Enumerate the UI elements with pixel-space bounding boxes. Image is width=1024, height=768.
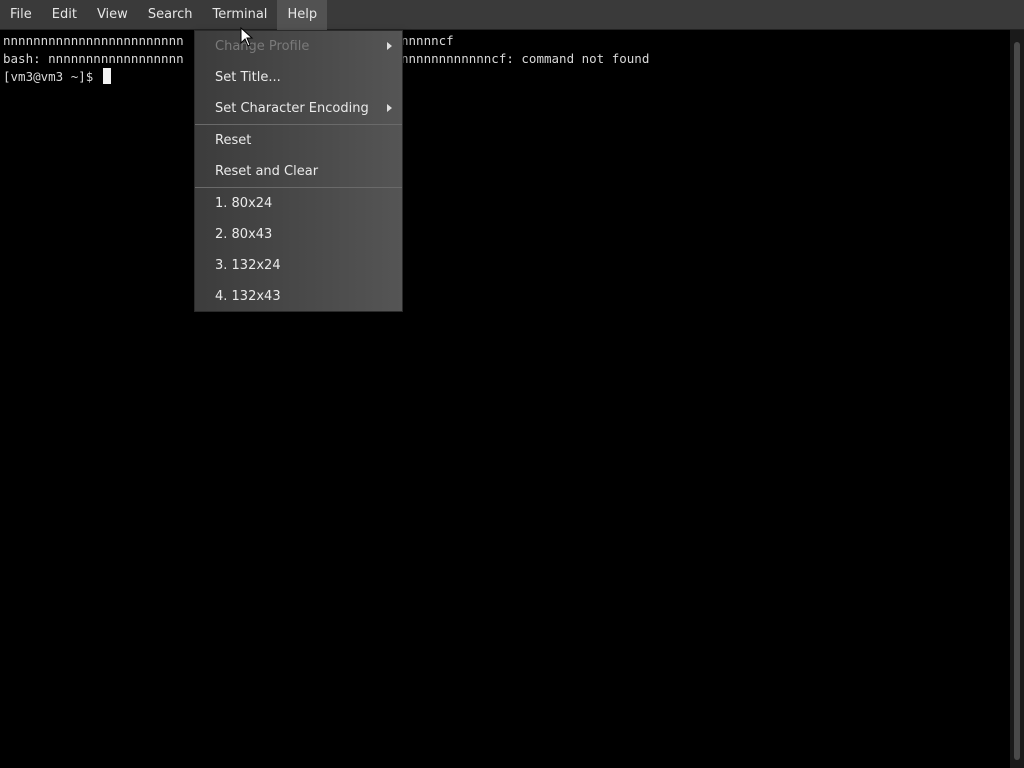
menu-item-label: Reset: [215, 133, 252, 148]
terminal-line-right: nnnnncf: [401, 33, 454, 48]
menu-terminal[interactable]: Terminal: [202, 0, 277, 30]
terminal-line-right: nnnnnnnnnnnncf: command not found: [401, 51, 650, 66]
menu-item-reset-and-clear[interactable]: Reset and Clear: [195, 156, 402, 187]
menu-file[interactable]: File: [0, 0, 42, 30]
terminal-line-left: nnnnnnnnnnnnnnnnnnnnnnnn: [3, 33, 184, 48]
menu-item-reset[interactable]: Reset: [195, 125, 402, 156]
scrollbar-thumb[interactable]: [1014, 42, 1020, 760]
terminal-line-left: bash: nnnnnnnnnnnnnnnnnn: [3, 51, 184, 66]
menu-item-label: Reset and Clear: [215, 164, 319, 179]
menu-help[interactable]: Help: [277, 0, 328, 30]
terminal-window: File Edit View Search Terminal Help nnnn…: [0, 0, 1024, 768]
menu-edit[interactable]: Edit: [42, 0, 87, 30]
terminal-prompt[interactable]: [vm3@vm3 ~]$: [3, 68, 111, 86]
menu-item-label: Set Title...: [215, 70, 281, 85]
menu-bar: File Edit View Search Terminal Help: [0, 0, 1024, 30]
menu-item-change-profile[interactable]: Change Profile: [195, 31, 402, 62]
terminal-output[interactable]: nnnnnnnnnnnnnnnnnnnnnnnn nnnnncf bash: nn…: [0, 30, 1010, 768]
text-cursor: [102, 68, 111, 84]
menu-item-size-80x24[interactable]: 1. 80x24: [195, 188, 402, 219]
menu-view[interactable]: View: [87, 0, 138, 30]
menu-item-size-132x43[interactable]: 4. 132x43: [195, 281, 402, 312]
submenu-arrow-icon: [387, 42, 392, 50]
menu-item-size-132x24[interactable]: 3. 132x24: [195, 250, 402, 281]
menu-item-label: 1. 80x24: [215, 196, 273, 211]
menu-item-label: Set Character Encoding: [215, 101, 369, 116]
terminal-line: bash: nnnnnnnnnnnnnnnnnn nnnnnnnnnnnncf: …: [3, 50, 649, 68]
menu-item-label: Change Profile: [215, 39, 310, 54]
terminal-line: nnnnnnnnnnnnnnnnnnnnnnnn nnnnncf: [3, 32, 454, 50]
menu-item-set-title[interactable]: Set Title...: [195, 62, 402, 93]
menu-item-label: 4. 132x43: [215, 289, 281, 304]
menu-item-set-character-encoding[interactable]: Set Character Encoding: [195, 93, 402, 124]
menu-item-label: 3. 132x24: [215, 258, 281, 273]
menu-search[interactable]: Search: [138, 0, 203, 30]
mouse-pointer-icon: [240, 27, 254, 47]
prompt-text: [vm3@vm3 ~]$: [3, 69, 101, 84]
vertical-scrollbar[interactable]: [1010, 30, 1024, 768]
menu-item-label: 2. 80x43: [215, 227, 273, 242]
terminal-menu-dropdown: Change Profile Set Title... Set Characte…: [194, 30, 403, 312]
submenu-arrow-icon: [387, 104, 392, 112]
menu-item-size-80x43[interactable]: 2. 80x43: [195, 219, 402, 250]
